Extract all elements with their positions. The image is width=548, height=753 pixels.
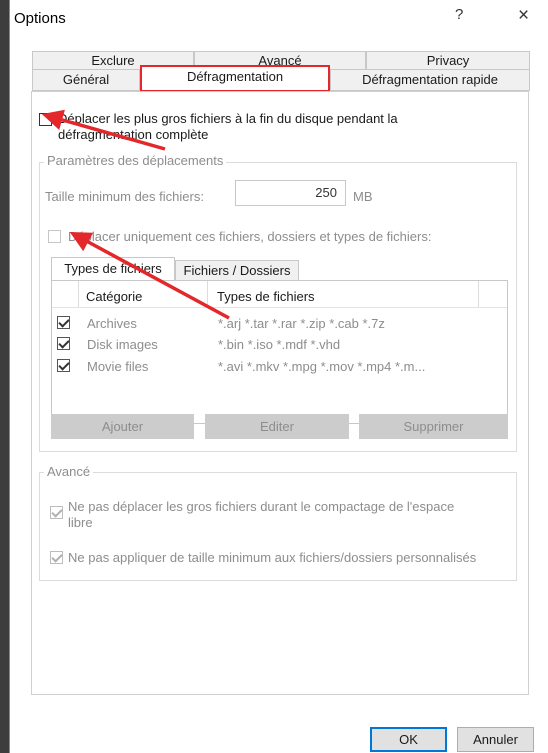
row-checkbox-movie-files[interactable] — [57, 359, 70, 372]
edit-button[interactable]: Editer — [205, 414, 349, 439]
column-header-types[interactable]: Types de fichiers — [217, 289, 315, 304]
row-category: Disk images — [87, 337, 158, 352]
row-checkbox-disk-images[interactable] — [57, 337, 70, 350]
tab-types-de-fichiers[interactable]: Types de fichiers — [51, 257, 175, 281]
column-separator — [207, 281, 208, 307]
tab-row-front: Général Défragmentation Défragmentation … — [32, 65, 530, 92]
column-separator — [478, 281, 479, 307]
tab-privacy[interactable]: Privacy — [366, 51, 530, 70]
advanced-title: Avancé — [44, 464, 94, 479]
column-header-categorie[interactable]: Catégorie — [86, 289, 142, 304]
no-min-size-custom-checkbox[interactable] — [50, 551, 63, 564]
row-types: *.bin *.iso *.mdf *.vhd — [218, 337, 341, 352]
header-divider — [52, 307, 507, 308]
no-move-compaction-label-line1: Ne pas déplacer les gros fichiers durant… — [68, 499, 455, 514]
row-category: Movie files — [87, 359, 149, 374]
tab-defragmentation[interactable]: Défragmentation — [140, 65, 330, 92]
tab-defragmentation-rapide[interactable]: Défragmentation rapide — [330, 69, 530, 91]
row-types: *.avi *.mkv *.mpg *.mov *.mp4 *.m... — [218, 359, 426, 374]
move-large-checkbox[interactable] — [39, 113, 52, 126]
delete-button[interactable]: Supprimer — [359, 414, 508, 439]
move-large-label-line1: Déplacer les plus gros fichiers à la fin… — [58, 111, 398, 126]
title-bar: Options ? × — [10, 0, 548, 36]
only-these-checkbox[interactable] — [48, 230, 61, 243]
column-separator — [78, 281, 79, 307]
min-size-unit: MB — [353, 189, 373, 204]
row-types: *.arj *.tar *.rar *.zip *.cab *.7z — [218, 316, 385, 331]
cancel-button[interactable]: Annuler — [457, 727, 534, 752]
min-size-input[interactable]: 250 — [235, 180, 346, 206]
close-button[interactable]: × — [518, 5, 529, 27]
move-settings-title: Paramètres des déplacements — [44, 153, 227, 168]
help-button[interactable]: ? — [455, 6, 463, 23]
add-button[interactable]: Ajouter — [51, 414, 194, 439]
only-these-label: Déplacer uniquement ces fichiers, dossie… — [68, 229, 432, 244]
move-large-label-line2: défragmentation complète — [58, 127, 209, 142]
tab-fichiers-dossiers[interactable]: Fichiers / Dossiers — [175, 260, 299, 281]
window-title: Options — [14, 10, 66, 27]
ok-button[interactable]: OK — [370, 727, 447, 752]
window-frame-left — [0, 0, 9, 753]
row-category: Archives — [87, 316, 137, 331]
tab-general[interactable]: Général — [32, 69, 140, 91]
min-size-label: Taille minimum des fichiers: — [45, 189, 204, 204]
no-min-size-custom-label: Ne pas appliquer de taille minimum aux f… — [68, 550, 477, 565]
row-checkbox-archives[interactable] — [57, 316, 70, 329]
window-edge — [9, 0, 10, 753]
no-move-compaction-checkbox[interactable] — [50, 506, 63, 519]
no-move-compaction-label-line2: libre — [68, 515, 93, 530]
